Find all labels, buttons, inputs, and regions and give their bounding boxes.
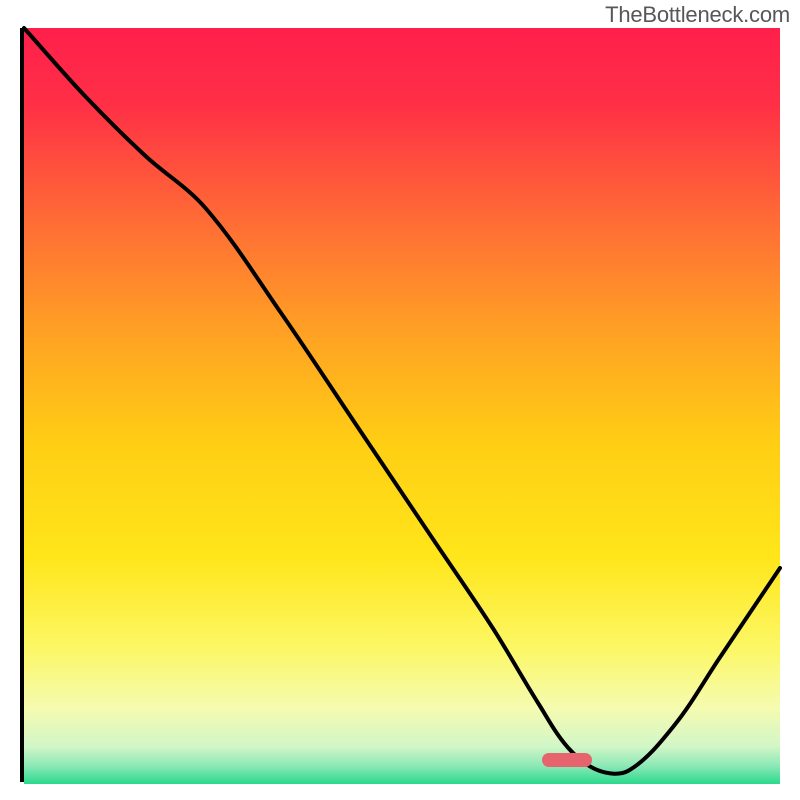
- chart-root: TheBottleneck.com: [0, 0, 800, 800]
- bottleneck-curve: [24, 28, 780, 778]
- plot-frame: [20, 28, 780, 782]
- watermark-text: TheBottleneck.com: [605, 2, 790, 28]
- optimum-marker: [542, 753, 592, 767]
